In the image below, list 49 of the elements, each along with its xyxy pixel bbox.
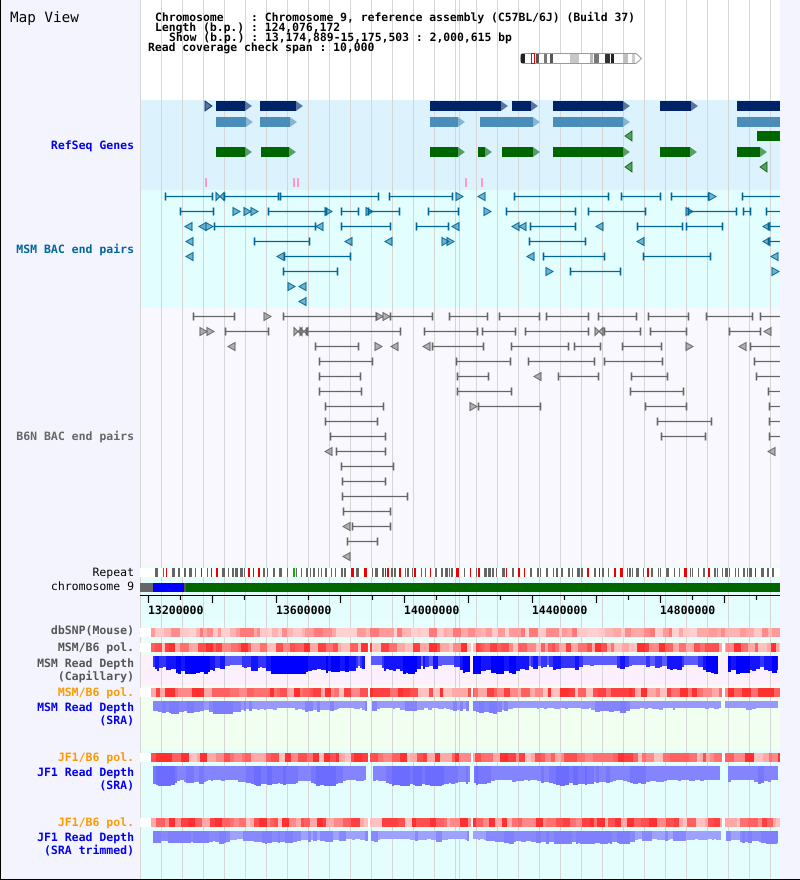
variant-mark [205, 178, 207, 187]
gene-feature [430, 147, 465, 157]
track-label: MSM/B6 pol. [58, 641, 134, 654]
variant-mark [465, 178, 467, 187]
gene-feature [430, 117, 465, 127]
track-label: JF1 Read Depth (SRA) [36, 766, 134, 792]
view-title: Map View [10, 10, 79, 26]
gene-feature [757, 131, 780, 141]
gene-feature [660, 101, 698, 111]
gene-feature [759, 161, 768, 173]
track-label: RefSeq Genes [50, 138, 134, 152]
info-line: Show (b.p.) : 13,174,889-15,175,503 : 2,000,615 bp [169, 32, 512, 42]
gene-feature [502, 147, 540, 157]
position-label: 13600000 [276, 603, 332, 617]
gene-feature [216, 147, 252, 157]
track-label: JF1/B6 pol. [58, 816, 134, 829]
track-label: chromosome 9 [50, 580, 134, 593]
gene-feature [624, 130, 632, 142]
gene-feature [480, 117, 540, 127]
gene-feature [216, 101, 252, 111]
gene-feature [478, 147, 492, 157]
gene-feature [737, 117, 780, 127]
track-label: Repeat [92, 566, 134, 579]
gene-feature [260, 101, 303, 111]
info-line: Read coverage check span : 10,000 [147, 42, 374, 52]
track-label: B6N BAC end pairs [16, 430, 134, 443]
track-label: dbSNP(Mouse) [50, 624, 134, 636]
position-label: 14000000 [404, 603, 460, 617]
gene-feature [660, 147, 697, 157]
gene-feature [260, 117, 297, 127]
track-label: MSM Read Depth (Capillary) [36, 657, 134, 683]
track-label: MSM/B6 pol. [58, 686, 134, 699]
track-label: MSM Read Depth (SRA) [36, 701, 134, 727]
position-label: 13200000 [148, 603, 204, 617]
gene-feature [216, 117, 253, 127]
info-line: Length (b.p.) : 124,076,172 [154, 22, 340, 32]
position-label: 14400000 [532, 603, 588, 617]
gene-feature [737, 101, 780, 111]
gene-feature [204, 100, 213, 112]
track-label: MSM BAC end pairs [16, 242, 134, 256]
track-label: JF1 Read Depth (SRA trimmed) [36, 831, 134, 857]
gene-feature [624, 161, 632, 173]
gene-feature [261, 147, 296, 157]
gene-feature [737, 147, 767, 157]
gene-feature [512, 101, 538, 111]
position-label: 14800000 [660, 603, 716, 617]
track-label: JF1/B6 pol. [58, 751, 134, 764]
info-line: Chromosome : Chromosome 9, reference assembly (C57BL/6J) (Build 37) [154, 12, 636, 22]
variant-mark [481, 178, 483, 187]
